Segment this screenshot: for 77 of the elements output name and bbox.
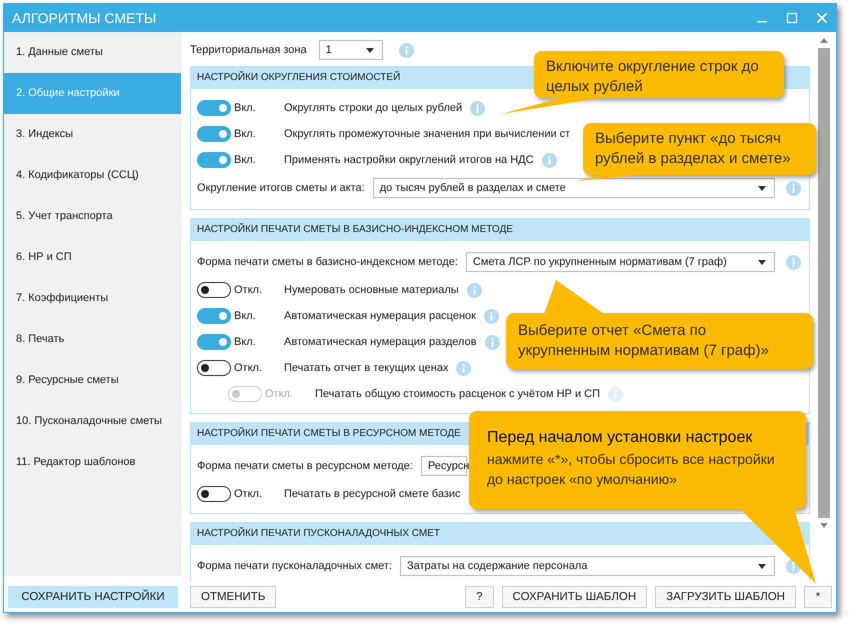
sidebar-item[interactable]: 11. Редактор шаблонов	[4, 442, 181, 483]
button[interactable]: СОХРАНИТЬ ШАБЛОН	[502, 586, 648, 608]
field-label: Округление итогов сметы и акта:	[197, 182, 365, 194]
dropdown[interactable]: Ресурсн	[420, 456, 467, 476]
field-label: Форма печати сметы в базисно-индексном методе:	[197, 256, 458, 268]
sidebar-item[interactable]: 6. НР и СП	[4, 237, 181, 278]
dropdown[interactable]: Затраты на содержание персонала	[400, 556, 775, 576]
setting-label: Автоматическая нумерация разделов	[284, 336, 477, 348]
section-header: НАСТРОЙКИ ПЕЧАТИ ПУСКОНАЛАДОЧНЫХ СМЕТ	[191, 523, 809, 545]
setting-label: Округлять промежуточные значения при вычислении ст	[284, 128, 570, 140]
sidebar-item[interactable]: 9. Ресурсные сметы	[4, 360, 181, 401]
info-icon[interactable]	[466, 282, 482, 298]
setting-label: Печатать в ресурсной смете базис	[284, 488, 461, 500]
info-icon[interactable]	[484, 308, 499, 324]
setting-label: Печатать отчет в текущих ценах	[284, 362, 448, 374]
sidebar-item[interactable]: 7. Коэффициенты	[4, 278, 181, 319]
close-icon[interactable]	[816, 12, 828, 24]
info-icon[interactable]	[542, 152, 557, 168]
callout-text: Выберите пункт «до тысяч рублей в разделах и смете»	[595, 129, 792, 169]
dropdown[interactable]: до тысяч рублей в разделах и смете	[372, 178, 775, 198]
toggle-switch[interactable]	[197, 486, 231, 502]
dropdown-caret-icon	[758, 564, 766, 568]
toggle-switch[interactable]	[197, 308, 231, 324]
toggle-state-label: Откл.	[264, 388, 294, 400]
scroll-down-icon[interactable]	[818, 522, 828, 530]
toggle-switch[interactable]	[197, 334, 231, 350]
sidebar-item[interactable]: 8. Печать	[4, 319, 181, 360]
sidebar-item[interactable]: 10. Пусконаладочные сметы	[4, 401, 181, 442]
setting-label: Печатать общую стоимость расценок с учётом НР и СП	[315, 388, 600, 400]
button[interactable]: ?	[465, 586, 494, 608]
field-label: Форма печати пусконаладочных смет:	[197, 560, 392, 572]
info-icon[interactable]	[786, 254, 801, 270]
setting-label: Применять настройки округлений итогов на НДС	[284, 154, 534, 166]
window-title: АЛГОРИТМЫ СМЕТЫ	[12, 10, 156, 26]
button[interactable]: СОХРАНИТЬ НАСТРОЙКИ	[8, 586, 178, 608]
button[interactable]: ОТМЕНИТЬ	[190, 586, 276, 608]
button[interactable]: *	[804, 586, 832, 608]
toggle-state-label: Откл.	[233, 488, 264, 500]
callout-text: Выберите отчет «Смета по укрупненным нормативам (7 граф)»	[518, 321, 770, 361]
dropdown-caret-icon	[758, 186, 766, 190]
sidebar-item[interactable]: 5. Учет транспорта	[4, 196, 181, 237]
toggle-state-label: Вкл.	[233, 336, 257, 348]
zone-dropdown[interactable]: 1	[318, 40, 383, 60]
info-icon[interactable]	[786, 180, 801, 196]
toggle-switch[interactable]	[197, 152, 231, 168]
button[interactable]: ЗАГРУЗИТЬ ШАБЛОН	[655, 586, 796, 608]
field-label: Форма печати сметы в ресурсном методе:	[197, 460, 413, 472]
dropdown[interactable]: Смета ЛСР по укрупненным нормативам (7 граф)	[466, 252, 775, 272]
toggle-state-label: Вкл.	[233, 310, 257, 322]
info-icon[interactable]	[456, 360, 472, 376]
info-icon[interactable]	[484, 334, 500, 350]
info-icon[interactable]	[398, 42, 414, 58]
toggle-state-label: Откл.	[233, 362, 264, 374]
scroll-up-icon[interactable]	[818, 36, 828, 44]
sidebar-item[interactable]: 1. Данные сметы	[4, 32, 181, 73]
toggle-switch[interactable]	[197, 360, 231, 376]
toggle-state-label: Откл.	[233, 284, 264, 296]
info-icon[interactable]	[470, 100, 486, 116]
sidebar-item[interactable]: 4. Кодификаторы (ССЦ)	[4, 155, 181, 196]
toggle-state-label: Вкл.	[233, 102, 257, 114]
scroll-thumb[interactable]	[818, 48, 830, 518]
toggle-switch[interactable]	[197, 282, 231, 298]
toggle-state-label: Вкл.	[233, 154, 257, 166]
setting-label: Нумеровать основные материалы	[284, 284, 459, 296]
sidebar-item[interactable]: 3. Индексы	[4, 114, 181, 155]
field-label: Территориальная зона	[190, 44, 307, 56]
setting-label: Автоматическая нумерация расценок	[284, 310, 476, 322]
callout-text: нажмите «*», чтобы сбросить все настройки до настроек «по умолчанию»	[487, 450, 776, 489]
setting-label: Округлять строки до целых рублей	[284, 102, 462, 114]
dropdown-caret-icon	[366, 48, 374, 52]
toggle-switch[interactable]	[197, 100, 231, 116]
toggle-state-label: Вкл.	[233, 128, 257, 140]
section-header: НАСТРОЙКИ ПЕЧАТИ СМЕТЫ В БАЗИСНО-ИНДЕКСНОМ МЕТОДЕ	[191, 219, 809, 241]
callout-title: Перед началом установки настроек	[487, 428, 754, 448]
maximize-icon[interactable]	[786, 12, 798, 24]
toggle-switch[interactable]	[197, 126, 231, 142]
dropdown-caret-icon	[758, 260, 766, 264]
